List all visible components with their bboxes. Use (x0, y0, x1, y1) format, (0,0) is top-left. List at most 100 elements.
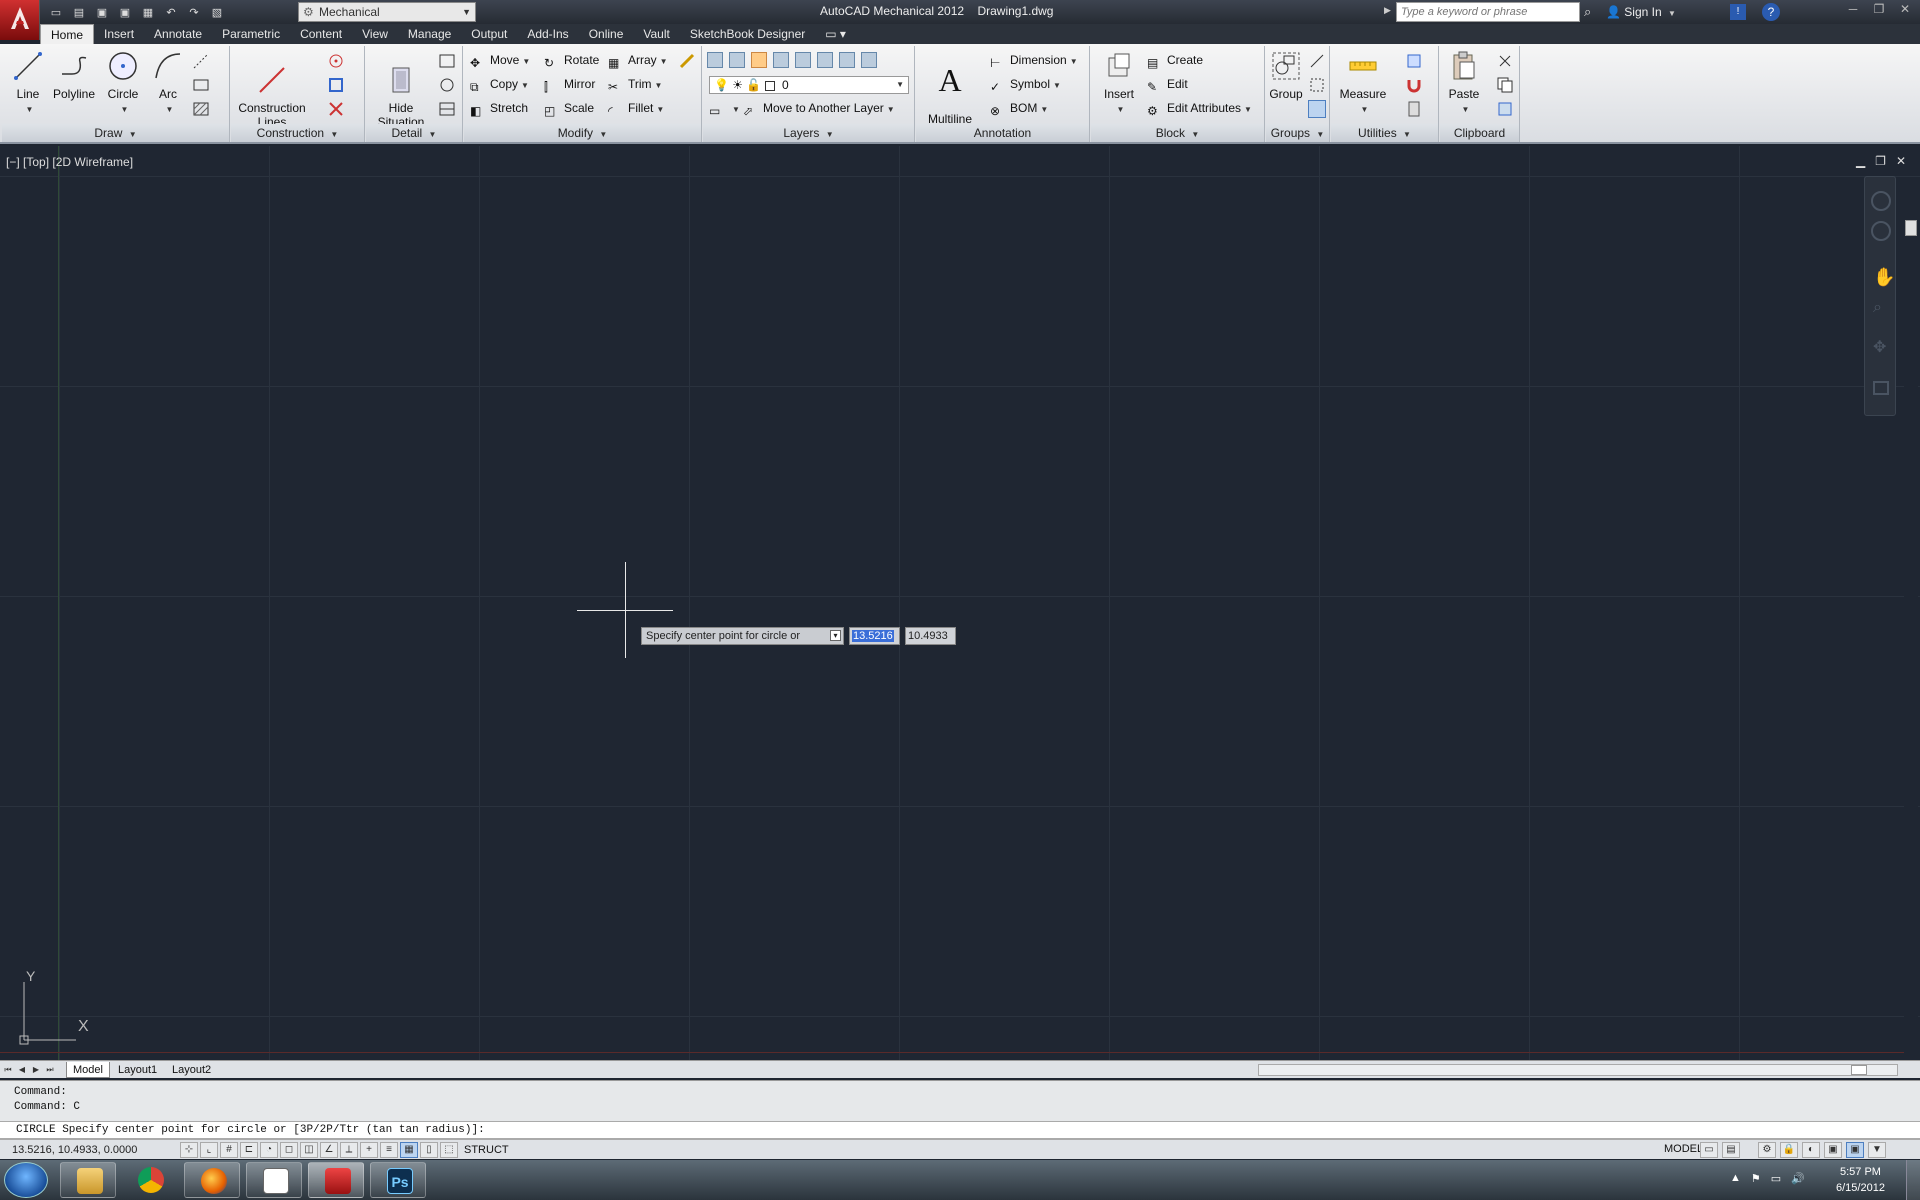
quick-properties-icon[interactable]: ▯ (420, 1142, 438, 1158)
panel-title-construction[interactable]: Construction ▼ (231, 124, 364, 142)
tab-online[interactable]: Online (579, 24, 634, 44)
panel-title-layers[interactable]: Layers ▼ (703, 124, 914, 142)
tab-layout2[interactable]: Layout2 (166, 1062, 217, 1078)
polyline-button[interactable]: Polyline (50, 50, 98, 101)
dimension-button[interactable]: ⊢ Dimension ▼ (990, 50, 1078, 70)
layer-properties-icon[interactable] (707, 52, 723, 68)
panel-title-block[interactable]: Block ▼ (1091, 124, 1264, 142)
y-coordinate-input[interactable]: 10.4933 (905, 627, 956, 645)
taskbar-autocad[interactable] (308, 1162, 364, 1198)
layer-freeze-icon[interactable] (795, 52, 811, 68)
last-tab-arrow-icon[interactable]: ⏭ (44, 1063, 56, 1076)
edit-block-button[interactable]: ✎ Edit (1147, 74, 1188, 94)
start-button[interactable] (4, 1162, 48, 1198)
options-down-icon[interactable]: ▾ (830, 630, 841, 641)
object-snap-tracking-icon[interactable]: ∠ (320, 1142, 338, 1158)
save-as-icon[interactable]: ▣ (115, 2, 135, 22)
tab-content[interactable]: Content (290, 24, 352, 44)
restore-button[interactable]: ❐ (1868, 2, 1890, 20)
construction-line-icon[interactable] (192, 52, 210, 70)
horizontal-scrollbar[interactable] (1258, 1064, 1898, 1076)
close-button[interactable]: ✕ (1894, 2, 1916, 20)
hide-situation-button[interactable]: Hide Situation (370, 50, 432, 129)
stretch-button[interactable]: ◧ Stretch (470, 98, 528, 118)
infer-constraints-icon[interactable]: ⊹ (180, 1142, 198, 1158)
ungroup-icon[interactable] (1308, 76, 1326, 94)
command-input[interactable]: CIRCLE Specify center point for circle o… (0, 1121, 1920, 1139)
x-coordinate-input[interactable]: 13.5216 (849, 627, 900, 645)
taskbar-chrome[interactable] (122, 1162, 178, 1198)
layer-previous-icon[interactable]: ▭ ▼ (709, 98, 740, 118)
open-file-icon[interactable]: ▤ (69, 2, 89, 22)
viewport-controls-label[interactable]: [−] [Top] [2D Wireframe] (6, 155, 133, 169)
layer-lock-icon[interactable] (817, 52, 833, 68)
workspace-switching-icon[interactable]: ⚙ (1758, 1142, 1776, 1158)
action-center-flag-icon[interactable]: ⚑ (1751, 1172, 1761, 1185)
ribbon-minimize-button[interactable]: ▭ ▾ (815, 24, 856, 44)
hatch-icon[interactable] (192, 100, 210, 118)
first-tab-arrow-icon[interactable]: ⏮ (2, 1063, 14, 1076)
taskbar-windows-explorer[interactable] (60, 1162, 116, 1198)
print-icon[interactable]: ▦ (138, 2, 158, 22)
magnet-icon[interactable] (1405, 76, 1423, 94)
layer-match-icon[interactable] (839, 52, 855, 68)
panel-title-utilities[interactable]: Utilities ▼ (1331, 124, 1438, 142)
help-icon[interactable]: ? (1762, 3, 1780, 21)
panel-title-detail[interactable]: Detail ▼ (366, 124, 462, 142)
viewport-close-button[interactable]: ✕ (1896, 154, 1906, 168)
showmotion-icon[interactable] (1873, 381, 1889, 395)
tab-model[interactable]: Model (66, 1062, 110, 1078)
orbit-icon[interactable] (1871, 221, 1891, 241)
taskbar-document-viewer[interactable] (246, 1162, 302, 1198)
tab-parametric[interactable]: Parametric (212, 24, 290, 44)
trim-button[interactable]: ✂ Trim ▼ (608, 74, 662, 94)
quick-view-drawings-icon[interactable]: ▤ (1722, 1142, 1740, 1158)
vertical-scrollbar[interactable] (1904, 210, 1918, 1190)
line-button[interactable]: Line ▼ (8, 50, 48, 117)
isolate-objects-icon[interactable]: ◐ (1802, 1142, 1820, 1158)
struct-toggle[interactable]: STRUCT (464, 1142, 509, 1158)
circle-center-icon[interactable] (327, 52, 345, 70)
plot-icon[interactable]: ▧ (207, 2, 227, 22)
rotate-button[interactable]: ↻ Rotate (544, 50, 599, 70)
expand-arrow-icon[interactable]: ▶ (1384, 5, 1391, 16)
quick-select-icon[interactable] (1405, 52, 1423, 70)
transparency-icon[interactable]: ▦ (400, 1142, 418, 1158)
tab-view[interactable]: View (352, 24, 398, 44)
array-button[interactable]: ▦ Array ▼ (608, 50, 668, 70)
ortho-mode-icon[interactable]: ⊏ (240, 1142, 258, 1158)
zoom-icon[interactable]: ⌕ (1873, 299, 1882, 317)
scale-button[interactable]: ◰ Scale (544, 98, 594, 118)
tab-output[interactable]: Output (461, 24, 517, 44)
delete-construction-icon[interactable] (327, 100, 345, 118)
measure-button[interactable]: Measure ▼ (1335, 50, 1391, 117)
section-icon[interactable] (438, 100, 456, 118)
edit-attributes-button[interactable]: ⚙ Edit Attributes ▼ (1147, 98, 1252, 118)
move-to-another-layer-button[interactable]: ⬀ Move to Another Layer ▼ (743, 98, 895, 118)
minimize-button[interactable]: ─ (1842, 2, 1864, 20)
copy-clip-icon[interactable] (1496, 76, 1514, 94)
object-snap-icon[interactable]: ◻ (280, 1142, 298, 1158)
quick-view-layouts-icon[interactable]: ▭ (1700, 1142, 1718, 1158)
selection-cycling-icon[interactable]: ⬚ (440, 1142, 458, 1158)
dynamic-ucs-icon[interactable]: ⟂ (340, 1142, 358, 1158)
mirror-button[interactable]: ⫿ Mirror (544, 74, 595, 94)
paste-button[interactable]: Paste ▼ (1442, 50, 1486, 117)
layer-walk-icon[interactable] (861, 52, 877, 68)
panel-title-modify[interactable]: Modify ▼ (464, 124, 701, 142)
undo-icon[interactable]: ↶ (161, 2, 181, 22)
lineweight-icon[interactable]: ≡ (380, 1142, 398, 1158)
fillet-button[interactable]: ◜ Fillet ▼ (608, 98, 664, 118)
tab-manage[interactable]: Manage (398, 24, 461, 44)
calculator-icon[interactable] (1405, 100, 1423, 118)
redo-icon[interactable]: ↷ (184, 2, 204, 22)
tab-add-ins[interactable]: Add-Ins (517, 24, 578, 44)
binoculars-icon[interactable]: ⌕ (1584, 4, 1591, 20)
detail-view-icon[interactable] (438, 52, 456, 70)
3d-osnap-icon[interactable]: ◫ (300, 1142, 318, 1158)
tab-insert[interactable]: Insert (94, 24, 144, 44)
symbol-button[interactable]: ✓ Symbol ▼ (990, 74, 1061, 94)
application-menu-button[interactable] (0, 0, 40, 40)
panel-title-draw[interactable]: Draw ▼ (2, 124, 229, 142)
workspace-dropdown[interactable]: ⚙ Mechanical ▼ (298, 2, 476, 22)
